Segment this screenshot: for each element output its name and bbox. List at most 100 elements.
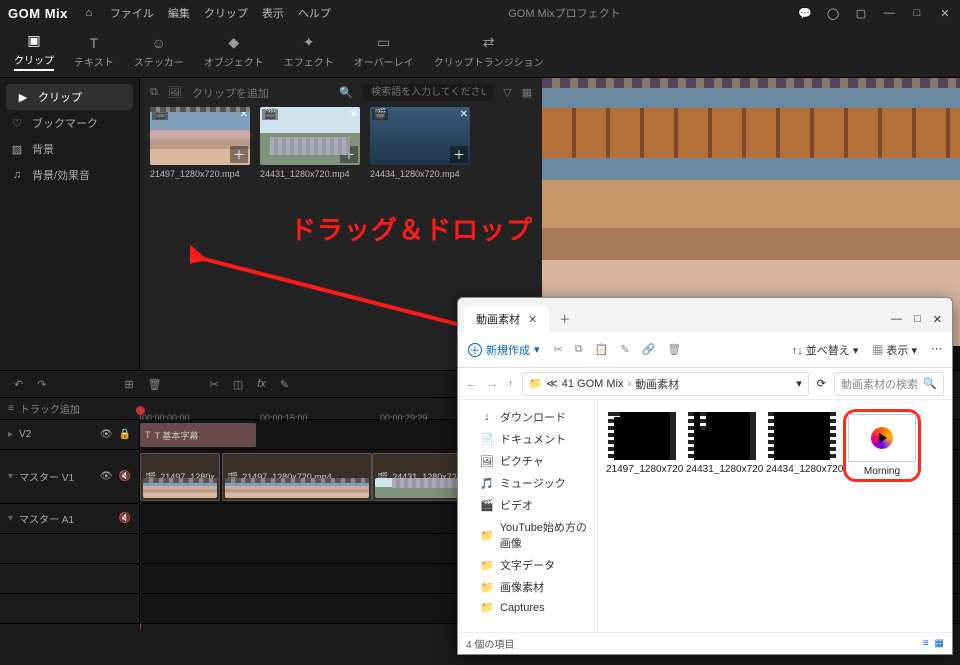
window-close-icon[interactable]: ✕: [933, 313, 942, 326]
nav-item[interactable]: 📁Captures: [462, 598, 593, 617]
nav-item[interactable]: 📁画像素材: [462, 576, 593, 598]
add-track-label[interactable]: トラック追加: [20, 401, 80, 416]
library-search-input[interactable]: [363, 84, 493, 101]
list-view-icon[interactable]: ≡: [923, 638, 929, 649]
mute-icon[interactable]: 🔇: [119, 513, 131, 524]
explorer-file-pane[interactable]: 21497_1280x72024431_1280x72024434_1280x7…: [598, 400, 952, 632]
menu-file[interactable]: ファイル: [110, 5, 154, 21]
crop-icon[interactable]: ◫: [233, 378, 243, 391]
nav-item[interactable]: 📁YouTube始め方の画像: [462, 516, 593, 554]
play-icon: ▶: [16, 91, 30, 104]
add-to-timeline-icon[interactable]: ＋: [450, 146, 468, 163]
sidebar-item-background[interactable]: ▨背景: [0, 136, 139, 162]
delete-icon[interactable]: 🗑: [148, 378, 162, 391]
library-clip[interactable]: 🎬✕＋ 24434_1280x720.mp4: [370, 107, 470, 179]
new-tab-button[interactable]: ＋: [549, 306, 580, 332]
nav-item[interactable]: 📁文字データ: [462, 554, 593, 576]
more-icon[interactable]: ⋯: [931, 342, 942, 358]
remove-icon[interactable]: ✕: [240, 109, 248, 120]
tab-clip[interactable]: ▣クリップ: [14, 32, 54, 71]
sidebar-item-bookmark[interactable]: ♡ブックマーク: [0, 110, 139, 136]
home-icon[interactable]: ⌂: [82, 6, 96, 20]
nav-item[interactable]: 🎬ビデオ: [462, 494, 593, 516]
fx-icon[interactable]: fx: [257, 378, 266, 390]
tab-sticker[interactable]: ☺ステッカー: [134, 35, 184, 69]
tracks-icon[interactable]: ≡: [8, 403, 14, 414]
nav-item[interactable]: 🖼ピクチャ: [462, 450, 593, 472]
sidebar-item-clip[interactable]: ▶クリップ: [6, 84, 133, 110]
remove-icon[interactable]: ✕: [350, 109, 358, 120]
heart-icon: ♡: [10, 117, 24, 130]
timeline-clip[interactable]: 🎬21497_1280x720.mp4: [222, 453, 372, 501]
view-button[interactable]: ▦ 表示 ▾: [872, 342, 917, 358]
menu-clip[interactable]: クリップ: [204, 5, 248, 21]
explorer-file[interactable]: 24431_1280x720: [686, 412, 758, 475]
timeline-clip[interactable]: 🎬21497_1280x…: [140, 453, 220, 501]
import-icon[interactable]: ⧉: [150, 86, 158, 99]
add-to-timeline-icon[interactable]: ＋: [340, 146, 358, 163]
tab-text[interactable]: Tテキスト: [74, 35, 114, 69]
tab-overlay[interactable]: ▭オーバーレイ: [354, 34, 414, 69]
up-icon[interactable]: ↑: [508, 378, 514, 390]
account-icon[interactable]: ◯: [826, 6, 840, 20]
grid-icon[interactable]: ▦: [522, 86, 532, 99]
sort-button[interactable]: ↑↓ 並べ替え ▾: [792, 342, 859, 358]
menu-help[interactable]: ヘルプ: [298, 5, 331, 21]
sidebar-item-bgm[interactable]: ♫背景/効果音: [0, 162, 139, 188]
add-icon[interactable]: ⊞: [124, 378, 133, 391]
rename-icon[interactable]: ✎: [620, 343, 629, 356]
remove-icon[interactable]: ✕: [460, 109, 468, 120]
back-icon[interactable]: ←: [466, 378, 477, 390]
window-close-icon[interactable]: ✕: [938, 6, 952, 20]
eye-icon[interactable]: 👁: [100, 471, 113, 482]
pen-icon[interactable]: ✎: [280, 378, 289, 391]
grid-view-icon[interactable]: ▦: [935, 638, 944, 649]
tab-transition[interactable]: ⇄クリップトランジション: [434, 34, 544, 69]
add-to-timeline-icon[interactable]: ＋: [230, 146, 248, 163]
paste-icon[interactable]: 📋: [595, 343, 609, 356]
copy-icon[interactable]: ⧉: [575, 343, 583, 356]
new-button[interactable]: ＋新規作成▾: [468, 342, 540, 358]
undo-icon[interactable]: ↶: [14, 378, 23, 391]
filter-icon[interactable]: ▽: [503, 86, 511, 99]
window-min-icon[interactable]: —: [891, 313, 902, 326]
refresh-icon[interactable]: ⟳: [817, 377, 826, 390]
breadcrumb[interactable]: 📁≪ 41 GOM Mix› 動画素材 ▾: [522, 372, 809, 396]
window-max-icon[interactable]: □: [914, 313, 921, 326]
eye-icon[interactable]: 👁: [100, 429, 113, 440]
share-icon[interactable]: 🔗: [642, 343, 656, 356]
menu-edit[interactable]: 編集: [168, 5, 190, 21]
tab-effect[interactable]: ✦エフェクト: [284, 34, 334, 69]
nav-item[interactable]: 📄ドキュメント: [462, 428, 593, 450]
library-clip[interactable]: 🎬✕＋ 21497_1280x720.mp4: [150, 107, 250, 179]
explorer-tab[interactable]: 動画素材✕: [464, 306, 549, 332]
explorer-file[interactable]: Morning: [846, 412, 918, 479]
window-max-icon[interactable]: □: [910, 6, 924, 20]
explorer-search[interactable]: 動画素材の検索🔍: [834, 372, 944, 396]
timeline-clip[interactable]: TT 基本字幕: [140, 423, 256, 447]
redo-icon[interactable]: ↷: [37, 378, 46, 391]
menu-view[interactable]: 表示: [262, 5, 284, 21]
mute-icon[interactable]: 🔇: [119, 471, 131, 482]
delete-icon[interactable]: 🗑: [667, 343, 681, 356]
feedback-icon[interactable]: 💬: [798, 6, 812, 20]
hatch-icon: ▨: [10, 143, 24, 156]
explorer-file[interactable]: 24434_1280x720: [766, 412, 838, 475]
close-tab-icon[interactable]: ✕: [528, 313, 537, 326]
explorer-file[interactable]: 21497_1280x720: [606, 412, 678, 475]
folder-icon: 📁: [480, 559, 494, 572]
save-icon[interactable]: ▢: [854, 6, 868, 20]
library-clip[interactable]: 🎬✕＋ 24431_1280x720.mp4: [260, 107, 360, 179]
nav-item[interactable]: ↓ダウンロード: [462, 406, 593, 428]
lock-icon[interactable]: 🔒: [119, 429, 131, 440]
nav-item[interactable]: 🎵ミュージック: [462, 472, 593, 494]
window-min-icon[interactable]: —: [882, 6, 896, 20]
folder-icon[interactable]: 🖼: [168, 86, 182, 99]
forward-icon[interactable]: →: [487, 378, 498, 390]
music-icon: ♫: [10, 169, 24, 181]
tab-object[interactable]: ◆オブジェクト: [204, 34, 264, 69]
folder-icon: 📄: [480, 433, 494, 446]
cut-icon[interactable]: ✂: [554, 343, 563, 356]
folder-icon: 📁: [480, 601, 494, 614]
cut-icon[interactable]: ✂: [210, 378, 219, 391]
